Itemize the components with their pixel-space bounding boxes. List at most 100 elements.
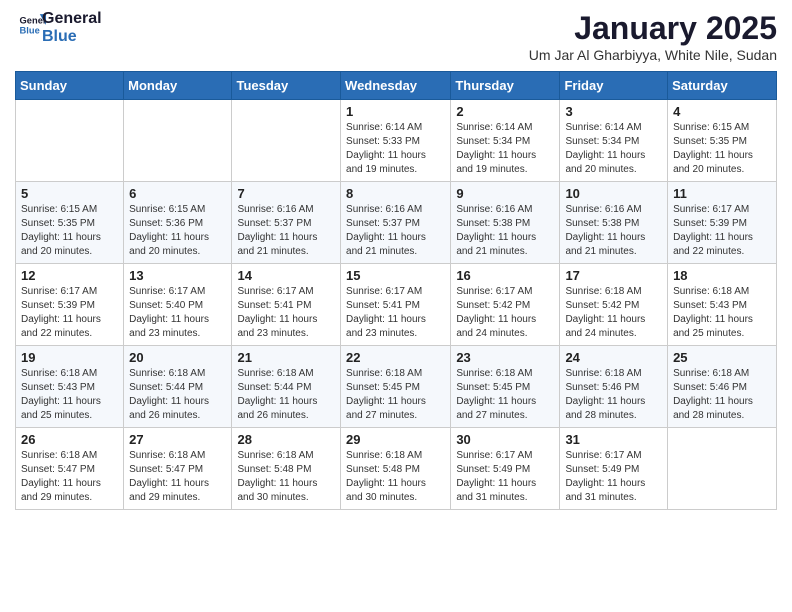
day-info: Sunrise: 6:17 AM Sunset: 5:41 PM Dayligh… xyxy=(237,285,335,341)
calendar-cell: 27 Sunrise: 6:18 AM Sunset: 5:47 PM Dayli… xyxy=(124,428,232,510)
col-header-monday: Monday xyxy=(124,72,232,100)
day-number: 15 xyxy=(346,268,445,283)
day-info: Sunrise: 6:18 AM Sunset: 5:46 PM Dayligh… xyxy=(565,367,662,423)
col-header-saturday: Saturday xyxy=(668,72,777,100)
day-number: 28 xyxy=(237,432,335,447)
day-number: 9 xyxy=(456,186,554,201)
col-header-tuesday: Tuesday xyxy=(232,72,341,100)
day-number: 7 xyxy=(237,186,335,201)
day-number: 24 xyxy=(565,350,662,365)
calendar-cell: 22 Sunrise: 6:18 AM Sunset: 5:45 PM Dayli… xyxy=(341,346,451,428)
calendar-cell: 13 Sunrise: 6:17 AM Sunset: 5:40 PM Dayli… xyxy=(124,264,232,346)
day-info: Sunrise: 6:17 AM Sunset: 5:49 PM Dayligh… xyxy=(565,449,662,505)
calendar-cell: 18Sunrise: 6:18 AM Sunset: 5:43 PM Dayli… xyxy=(668,264,777,346)
calendar-cell: 25 Sunrise: 6:18 AM Sunset: 5:46 PM Dayli… xyxy=(668,346,777,428)
day-info: Sunrise: 6:16 AM Sunset: 5:38 PM Dayligh… xyxy=(456,203,554,259)
calendar-cell: 21Sunrise: 6:18 AM Sunset: 5:44 PM Dayli… xyxy=(232,346,341,428)
calendar-table: SundayMondayTuesdayWednesdayThursdayFrid… xyxy=(15,71,777,510)
calendar-cell: 31 Sunrise: 6:17 AM Sunset: 5:49 PM Dayli… xyxy=(560,428,668,510)
calendar-cell: 4 Sunrise: 6:15 AM Sunset: 5:35 PM Daylig… xyxy=(668,100,777,182)
calendar-week-row: 1Sunrise: 6:14 AM Sunset: 5:33 PM Daylig… xyxy=(16,100,777,182)
logo-text-blue: Blue xyxy=(42,28,102,46)
day-info: Sunrise: 6:15 AM Sunset: 5:35 PM Dayligh… xyxy=(21,203,118,259)
logo: General Blue General Blue xyxy=(15,10,102,45)
day-number: 4 xyxy=(673,104,771,119)
day-number: 16 xyxy=(456,268,554,283)
logo-text-general: General xyxy=(42,10,102,28)
day-number: 26 xyxy=(21,432,118,447)
calendar-cell xyxy=(668,428,777,510)
calendar-cell: 30Sunrise: 6:17 AM Sunset: 5:49 PM Dayli… xyxy=(451,428,560,510)
calendar-cell: 11Sunrise: 6:17 AM Sunset: 5:39 PM Dayli… xyxy=(668,182,777,264)
day-number: 25 xyxy=(673,350,771,365)
day-number: 5 xyxy=(21,186,118,201)
day-info: Sunrise: 6:16 AM Sunset: 5:37 PM Dayligh… xyxy=(346,203,445,259)
col-header-friday: Friday xyxy=(560,72,668,100)
day-number: 13 xyxy=(129,268,226,283)
day-number: 8 xyxy=(346,186,445,201)
day-info: Sunrise: 6:17 AM Sunset: 5:40 PM Dayligh… xyxy=(129,285,226,341)
calendar-cell: 6 Sunrise: 6:15 AM Sunset: 5:36 PM Daylig… xyxy=(124,182,232,264)
day-info: Sunrise: 6:18 AM Sunset: 5:44 PM Dayligh… xyxy=(129,367,226,423)
calendar-cell xyxy=(232,100,341,182)
svg-text:Blue: Blue xyxy=(20,26,40,36)
day-number: 23 xyxy=(456,350,554,365)
day-number: 6 xyxy=(129,186,226,201)
location-subtitle: Um Jar Al Gharbiyya, White Nile, Sudan xyxy=(529,47,777,63)
day-number: 31 xyxy=(565,432,662,447)
calendar-cell: 9 Sunrise: 6:16 AM Sunset: 5:38 PM Daylig… xyxy=(451,182,560,264)
calendar-cell: 10 Sunrise: 6:16 AM Sunset: 5:38 PM Dayli… xyxy=(560,182,668,264)
day-info: Sunrise: 6:17 AM Sunset: 5:39 PM Dayligh… xyxy=(21,285,118,341)
calendar-cell: 24 Sunrise: 6:18 AM Sunset: 5:46 PM Dayli… xyxy=(560,346,668,428)
calendar-cell: 7Sunrise: 6:16 AM Sunset: 5:37 PM Daylig… xyxy=(232,182,341,264)
calendar-cell: 12Sunrise: 6:17 AM Sunset: 5:39 PM Dayli… xyxy=(16,264,124,346)
day-info: Sunrise: 6:16 AM Sunset: 5:38 PM Dayligh… xyxy=(565,203,662,259)
calendar-cell: 3Sunrise: 6:14 AM Sunset: 5:34 PM Daylig… xyxy=(560,100,668,182)
calendar-cell: 28 Sunrise: 6:18 AM Sunset: 5:48 PM Dayli… xyxy=(232,428,341,510)
day-info: Sunrise: 6:18 AM Sunset: 5:45 PM Dayligh… xyxy=(456,367,554,423)
calendar-cell: 1Sunrise: 6:14 AM Sunset: 5:33 PM Daylig… xyxy=(341,100,451,182)
day-info: Sunrise: 6:18 AM Sunset: 5:43 PM Dayligh… xyxy=(21,367,118,423)
day-info: Sunrise: 6:15 AM Sunset: 5:35 PM Dayligh… xyxy=(673,121,771,177)
calendar-cell: 19 Sunrise: 6:18 AM Sunset: 5:43 PM Dayli… xyxy=(16,346,124,428)
day-number: 20 xyxy=(129,350,226,365)
day-info: Sunrise: 6:18 AM Sunset: 5:47 PM Dayligh… xyxy=(129,449,226,505)
calendar-cell: 16 Sunrise: 6:17 AM Sunset: 5:42 PM Dayli… xyxy=(451,264,560,346)
calendar-cell: 23 Sunrise: 6:18 AM Sunset: 5:45 PM Dayli… xyxy=(451,346,560,428)
calendar-cell: 29 Sunrise: 6:18 AM Sunset: 5:48 PM Dayli… xyxy=(341,428,451,510)
day-number: 17 xyxy=(565,268,662,283)
calendar-cell: 14 Sunrise: 6:17 AM Sunset: 5:41 PM Dayli… xyxy=(232,264,341,346)
day-number: 11 xyxy=(673,186,771,201)
calendar-week-row: 19 Sunrise: 6:18 AM Sunset: 5:43 PM Dayli… xyxy=(16,346,777,428)
calendar-header-row: SundayMondayTuesdayWednesdayThursdayFrid… xyxy=(16,72,777,100)
day-info: Sunrise: 6:14 AM Sunset: 5:33 PM Dayligh… xyxy=(346,121,445,177)
day-number: 27 xyxy=(129,432,226,447)
calendar-cell xyxy=(124,100,232,182)
calendar-cell: 8 Sunrise: 6:16 AM Sunset: 5:37 PM Daylig… xyxy=(341,182,451,264)
day-number: 14 xyxy=(237,268,335,283)
calendar-week-row: 5 Sunrise: 6:15 AM Sunset: 5:35 PM Daylig… xyxy=(16,182,777,264)
day-info: Sunrise: 6:18 AM Sunset: 5:48 PM Dayligh… xyxy=(346,449,445,505)
day-number: 22 xyxy=(346,350,445,365)
day-info: Sunrise: 6:17 AM Sunset: 5:49 PM Dayligh… xyxy=(456,449,554,505)
day-info: Sunrise: 6:18 AM Sunset: 5:48 PM Dayligh… xyxy=(237,449,335,505)
day-info: Sunrise: 6:18 AM Sunset: 5:45 PM Dayligh… xyxy=(346,367,445,423)
day-info: Sunrise: 6:18 AM Sunset: 5:46 PM Dayligh… xyxy=(673,367,771,423)
day-number: 2 xyxy=(456,104,554,119)
calendar-cell: 2 Sunrise: 6:14 AM Sunset: 5:34 PM Daylig… xyxy=(451,100,560,182)
col-header-sunday: Sunday xyxy=(16,72,124,100)
day-number: 3 xyxy=(565,104,662,119)
month-title: January 2025 xyxy=(529,10,777,47)
day-number: 19 xyxy=(21,350,118,365)
col-header-wednesday: Wednesday xyxy=(341,72,451,100)
calendar-cell: 20 Sunrise: 6:18 AM Sunset: 5:44 PM Dayli… xyxy=(124,346,232,428)
day-info: Sunrise: 6:14 AM Sunset: 5:34 PM Dayligh… xyxy=(456,121,554,177)
day-number: 29 xyxy=(346,432,445,447)
calendar-cell: 26Sunrise: 6:18 AM Sunset: 5:47 PM Dayli… xyxy=(16,428,124,510)
day-info: Sunrise: 6:15 AM Sunset: 5:36 PM Dayligh… xyxy=(129,203,226,259)
day-number: 10 xyxy=(565,186,662,201)
day-info: Sunrise: 6:17 AM Sunset: 5:42 PM Dayligh… xyxy=(456,285,554,341)
calendar-cell: 17Sunrise: 6:18 AM Sunset: 5:42 PM Dayli… xyxy=(560,264,668,346)
day-info: Sunrise: 6:17 AM Sunset: 5:41 PM Dayligh… xyxy=(346,285,445,341)
day-info: Sunrise: 6:18 AM Sunset: 5:43 PM Dayligh… xyxy=(673,285,771,341)
